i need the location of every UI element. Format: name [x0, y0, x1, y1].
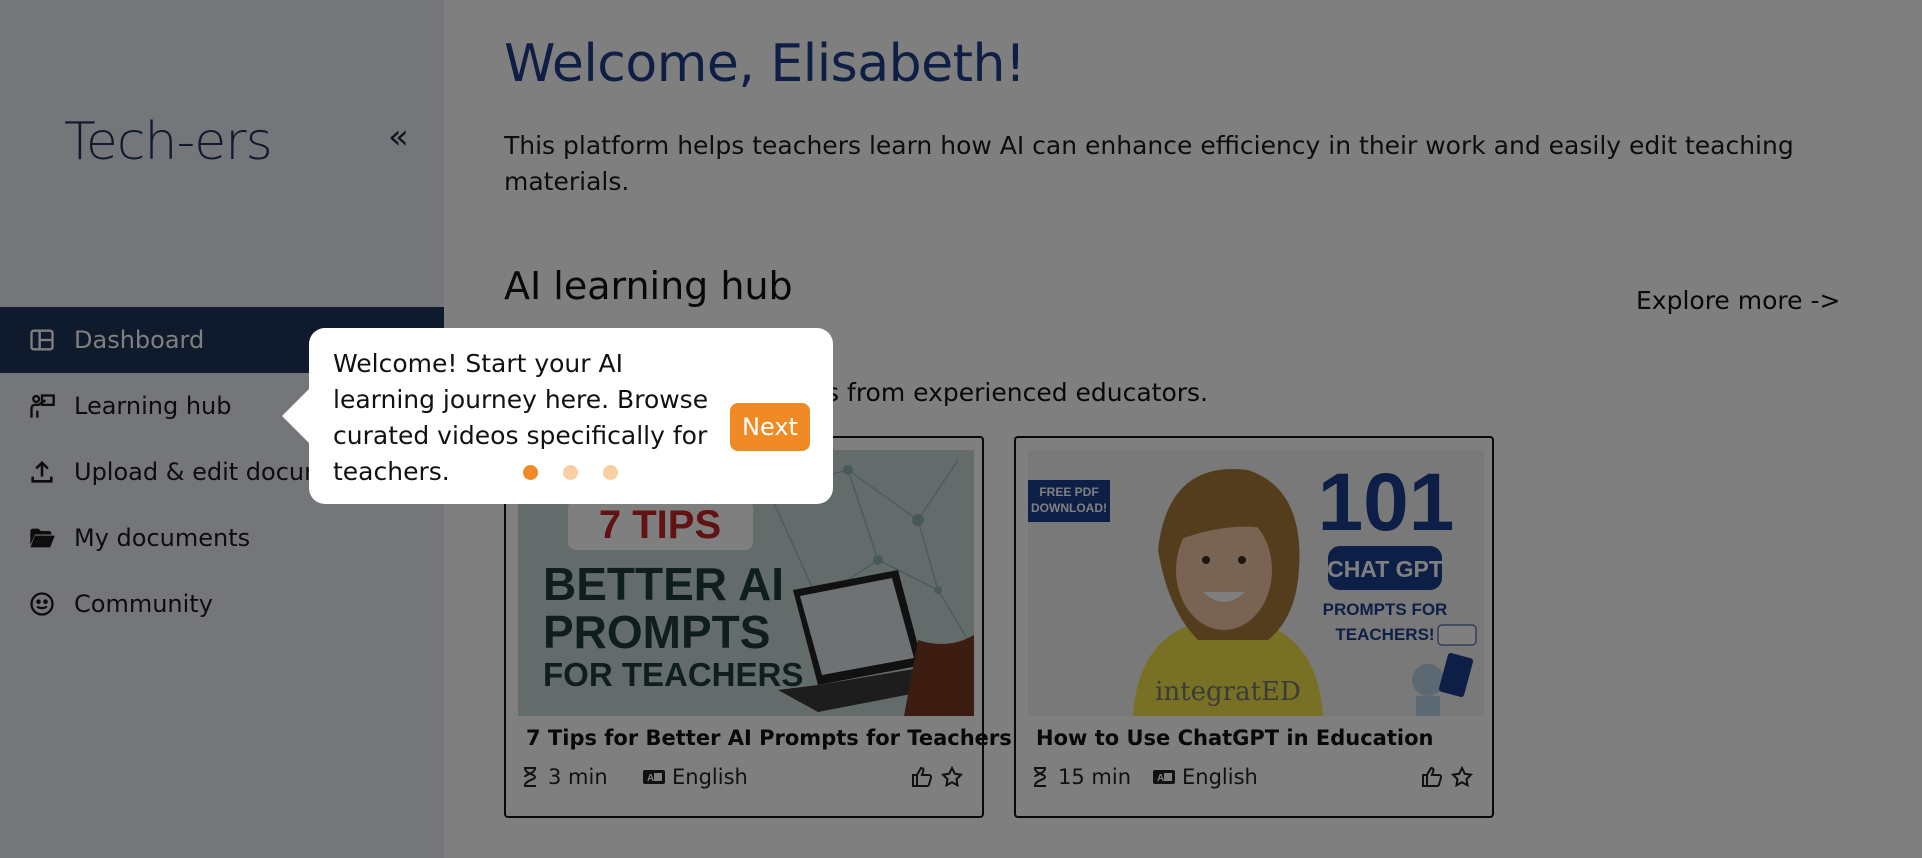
step-dot[interactable]	[523, 465, 538, 480]
onboarding-tooltip: Welcome! Start your AI learning journey …	[282, 328, 833, 504]
step-indicator	[523, 465, 643, 480]
step-dot[interactable]	[603, 465, 618, 480]
step-dot[interactable]	[563, 465, 578, 480]
next-button[interactable]: Next	[730, 403, 810, 451]
